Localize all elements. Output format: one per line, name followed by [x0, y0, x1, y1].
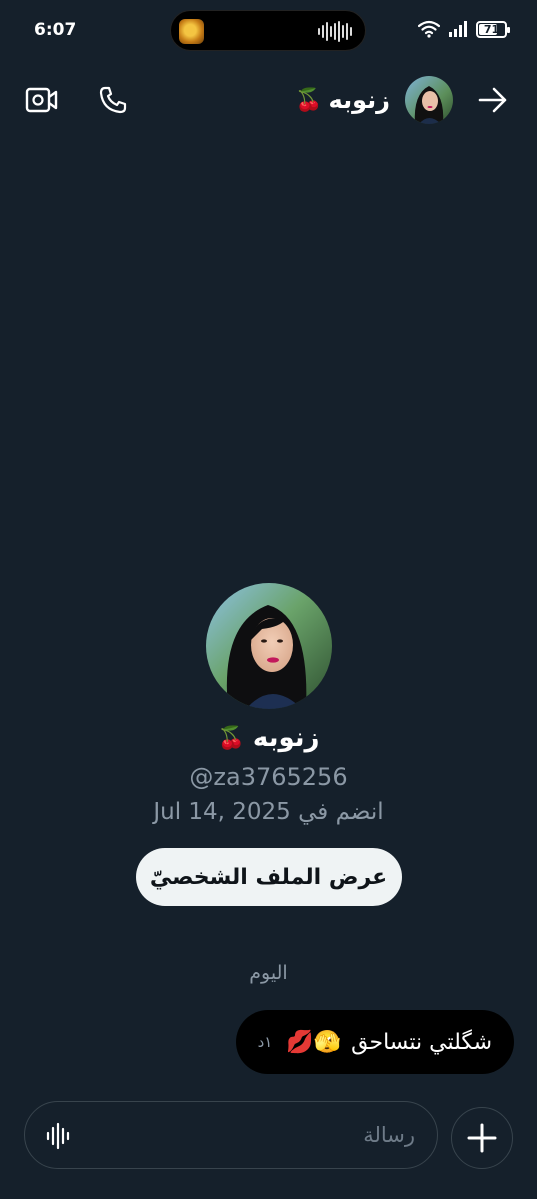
add-attachment-button[interactable]	[451, 1107, 513, 1169]
profile-name-text: زنوبه	[252, 723, 320, 753]
avatar-image	[205, 583, 332, 709]
message-composer[interactable]	[24, 1101, 438, 1169]
phone-icon	[99, 86, 127, 114]
header-avatar[interactable]	[405, 76, 453, 124]
audio-waveform-icon	[318, 21, 352, 42]
voice-call-button[interactable]	[95, 82, 131, 118]
cherry-emoji: 🍒	[295, 87, 323, 113]
voice-message-button[interactable]	[45, 1122, 73, 1150]
view-profile-button[interactable]: عرض الملف الشخصيّ	[135, 848, 402, 906]
header-name-text: زنوبه	[328, 86, 390, 114]
avatar-image	[405, 76, 453, 124]
chat-header: زنوبه 🍒	[0, 70, 537, 130]
header-title[interactable]: زنوبه 🍒	[295, 86, 390, 114]
profile-card: زنوبه 🍒 @za3765256 انضم في Jul 14, 2025 …	[0, 583, 537, 906]
battery-icon: 71	[476, 20, 510, 38]
plus-icon	[467, 1123, 497, 1153]
date-divider: اليوم	[249, 962, 288, 984]
wifi-icon	[418, 20, 440, 38]
dynamic-island[interactable]	[170, 10, 366, 51]
cherry-emoji: 🍒	[217, 725, 245, 751]
message-emojis: 🫣💋	[286, 1029, 342, 1055]
battery-level: 71	[483, 22, 500, 36]
video-call-button[interactable]	[24, 82, 60, 118]
profile-avatar[interactable]	[205, 583, 332, 709]
message-bubble[interactable]: شگلتي نتساحق 🫣💋 ١د	[235, 1010, 514, 1074]
signal-icon	[449, 21, 467, 37]
message-timestamp: ١د	[257, 1033, 273, 1051]
message-input[interactable]	[115, 1116, 415, 1154]
profile-handle: @za3765256	[189, 763, 348, 791]
message-text: شگلتي نتساحق	[351, 1029, 492, 1055]
voice-waveform-icon	[46, 1122, 70, 1150]
profile-name: زنوبه 🍒	[0, 723, 537, 753]
status-icons: 71	[418, 20, 510, 38]
back-button[interactable]	[475, 82, 511, 118]
profile-join-date: انضم في Jul 14, 2025	[153, 799, 384, 825]
back-arrow-icon	[478, 87, 507, 113]
status-time: 6:07	[34, 20, 77, 40]
video-call-icon	[25, 87, 58, 113]
status-bar: 6:07 71	[0, 0, 537, 60]
media-thumbnail-icon	[179, 19, 204, 44]
